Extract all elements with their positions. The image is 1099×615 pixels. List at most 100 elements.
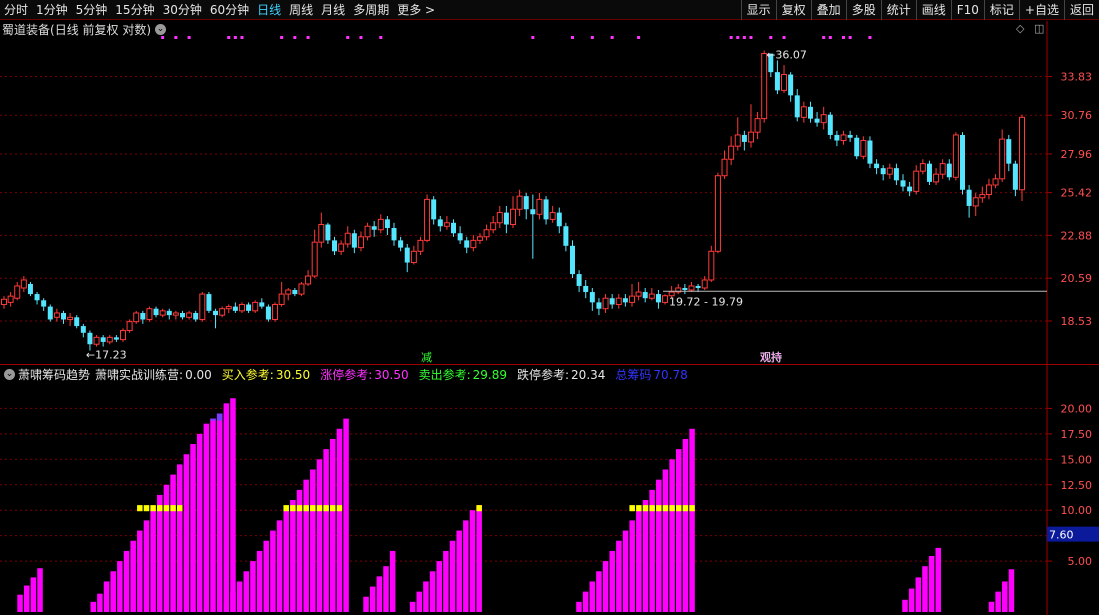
indicator-bar xyxy=(103,581,110,612)
candle-body xyxy=(602,297,609,310)
buy-signal-bar xyxy=(682,505,689,512)
indicator-bar xyxy=(456,530,462,612)
indicator-bar xyxy=(290,500,296,612)
candle-body xyxy=(464,240,470,248)
candle-body xyxy=(814,118,820,123)
candle-body xyxy=(265,306,271,320)
candle-body xyxy=(213,310,219,316)
indicator-bar xyxy=(476,505,482,612)
candle-body xyxy=(424,198,431,241)
indicator-bar xyxy=(263,540,269,612)
current-value-label: 7.60 xyxy=(1049,529,1074,542)
candle-body xyxy=(305,275,312,285)
candle-body xyxy=(747,131,754,143)
indicator-bar xyxy=(589,581,596,612)
candle-body xyxy=(20,279,27,289)
candle-body xyxy=(371,226,377,230)
indicator-bar xyxy=(330,438,336,612)
indicator-bar xyxy=(922,566,928,612)
candle-body xyxy=(874,163,880,169)
candle-body xyxy=(913,170,920,192)
chart-canvas[interactable]: 33.83 30.76 27.96 25.42 22.88 20.59 18.53 ←36.0… xyxy=(0,0,1099,615)
candle-body xyxy=(272,303,279,320)
indicator-bar xyxy=(429,571,436,612)
candle-body xyxy=(708,250,715,281)
indicator-bar xyxy=(622,530,629,612)
indicator-bar xyxy=(223,403,230,612)
indicator-bar xyxy=(636,510,642,612)
candle-body xyxy=(238,303,245,312)
candle-body xyxy=(159,310,166,316)
candle-body xyxy=(483,229,490,238)
buy-signal-bar xyxy=(310,505,316,512)
buy-signal-bar xyxy=(316,505,323,512)
indicator-tick-label: 20.00 xyxy=(1061,402,1093,415)
candle-body xyxy=(926,163,932,182)
candle-body xyxy=(470,239,477,249)
candle-body xyxy=(219,308,226,316)
candle-body xyxy=(292,290,298,295)
indicator-bar xyxy=(389,550,396,612)
signal-dot xyxy=(729,36,733,39)
indicator-bar xyxy=(150,510,156,612)
candle-body xyxy=(172,312,179,316)
candle-body xyxy=(74,317,80,327)
candle-body xyxy=(576,274,582,286)
chevron-down-icon[interactable]: ⌄ xyxy=(4,368,15,380)
candle-body xyxy=(311,241,318,277)
indicator-bar xyxy=(90,601,96,612)
indicator-bar xyxy=(97,593,103,612)
candle-body xyxy=(800,106,807,118)
candle-body xyxy=(153,308,159,316)
candle-body xyxy=(701,279,708,289)
indicator-values: 萧啸实战训练营: 0.00 买入参考: 30.50 涨停参考: 30.50 卖出参考: 29.… xyxy=(95,366,698,383)
candle-body xyxy=(410,250,417,264)
indicator-name: 萧啸筹码趋势 xyxy=(18,367,91,382)
indicator-item-value: 30.50 xyxy=(374,367,409,382)
candle-body xyxy=(972,197,979,207)
buy-signal-bar xyxy=(143,505,150,512)
indicator-bar xyxy=(137,530,143,612)
candle-body xyxy=(318,224,325,243)
indicator-bar xyxy=(210,418,216,612)
candle-body xyxy=(437,219,443,227)
candle-body xyxy=(298,283,305,295)
indicator-bar xyxy=(463,520,469,612)
candle-body xyxy=(516,195,523,210)
candle-body xyxy=(246,304,252,311)
buy-signal-bar xyxy=(629,505,635,512)
candle-body xyxy=(1,298,7,305)
candle-body xyxy=(338,243,345,252)
indicator-item-label: 卖出参考: xyxy=(418,367,471,382)
indicator-bar xyxy=(582,591,589,612)
candle-body xyxy=(966,189,972,206)
candle-body xyxy=(682,287,688,291)
signal-dot xyxy=(359,36,363,39)
candle-body xyxy=(919,163,926,172)
buy-signal-bar xyxy=(649,505,655,512)
candle-body xyxy=(900,180,906,187)
indicator-item-label: 萧啸实战训练营: xyxy=(95,367,184,382)
indicator-bar xyxy=(310,469,316,612)
candle-body xyxy=(7,295,14,303)
candle-body xyxy=(860,140,867,157)
chip-bar xyxy=(210,418,216,421)
indicator-bar xyxy=(616,540,622,612)
candle-body xyxy=(999,138,1006,180)
indicator-tick-label: 5.00 xyxy=(1068,555,1093,568)
candle-body xyxy=(206,294,212,311)
candle-body xyxy=(232,306,238,311)
indicator-bar xyxy=(163,484,170,612)
candle-body xyxy=(589,292,595,303)
candle-body xyxy=(391,227,397,241)
indicator-bar xyxy=(170,474,176,612)
signal-dot xyxy=(293,36,297,39)
candle-body xyxy=(357,236,364,249)
signal-dot xyxy=(637,36,641,39)
candle-body xyxy=(140,312,146,320)
candle-body xyxy=(14,285,21,299)
candle-body xyxy=(41,300,47,307)
candle-body xyxy=(734,134,741,147)
indicator-bar xyxy=(236,581,243,612)
indicator-bar xyxy=(469,510,476,612)
